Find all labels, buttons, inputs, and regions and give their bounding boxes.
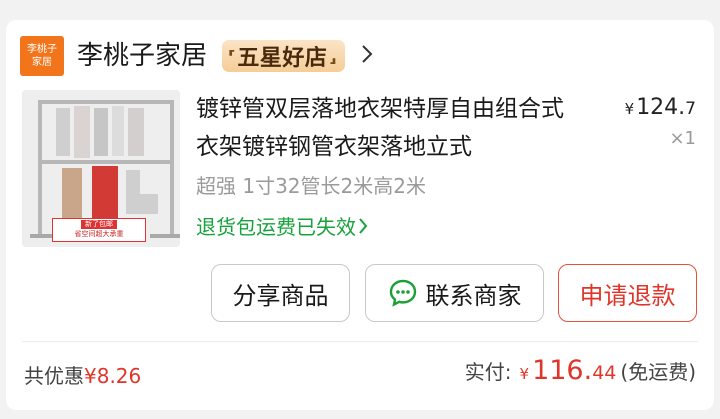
price-currency: ¥ — [624, 100, 635, 118]
shop-logo-line2: 家居 — [32, 57, 52, 68]
price-integer: 124. — [636, 95, 686, 120]
product-spec: 超强 1寸32管长2米高2米 — [196, 174, 426, 198]
thumbnail-tag-top: 新了包邮 — [81, 220, 117, 229]
chevron-right-icon — [359, 217, 368, 234]
laurel-left-icon: ⸢ — [228, 46, 236, 66]
discount-amount: ¥8.26 — [84, 364, 142, 388]
thumbnail-tag-bottom: 省空间超大承重 — [74, 230, 124, 238]
contact-button-label: 联系商家 — [425, 281, 522, 310]
chevron-right-icon[interactable] — [361, 44, 373, 64]
product-title[interactable]: 镀锌管双层落地衣架特厚自由组合式衣架镀锌钢管衣架落地立式 — [196, 90, 586, 166]
divider — [22, 341, 698, 342]
shop-name[interactable]: 李桃子家居 — [77, 36, 207, 76]
chat-bubble-icon — [389, 279, 416, 307]
contact-seller-button[interactable]: 联系商家 — [365, 264, 544, 322]
amount-paid: 实付: ¥116. 44 (免运费) — [465, 355, 696, 386]
refund-shipping-note[interactable]: 退货包运费已失效 — [196, 211, 368, 240]
discount-label: 共优惠 — [24, 364, 84, 388]
refund-shipping-label: 退货包运费已失效 — [196, 215, 356, 239]
product-thumbnail[interactable]: 新了包邮 省空间超大承重 — [22, 90, 180, 247]
share-button-label: 分享商品 — [232, 281, 329, 310]
shop-badge-label: 五星好店 — [237, 46, 328, 71]
paid-integer: 116. — [532, 355, 593, 386]
paid-decimal: 44 — [592, 362, 617, 384]
price-decimal: 7 — [685, 99, 696, 119]
shop-rating-badge[interactable]: ⸢ 五星好店 ⸥ — [222, 40, 345, 72]
total-discount: 共优惠¥8.26 — [24, 360, 141, 389]
product-quantity: ×1 — [669, 128, 696, 149]
shipping-note: (免运费) — [620, 360, 696, 384]
share-product-button[interactable]: 分享商品 — [211, 264, 350, 322]
product-price: ¥124.7 — [625, 95, 696, 120]
refund-button-label: 申请退款 — [579, 281, 676, 310]
request-refund-button[interactable]: 申请退款 — [558, 264, 697, 322]
paid-currency: ¥ — [519, 365, 530, 383]
paid-label: 实付: — [464, 360, 512, 384]
thumbnail-promo-tag: 新了包邮 省空间超大承重 — [52, 218, 146, 242]
shop-logo-line1: 李桃子 — [27, 44, 57, 55]
shop-logo[interactable]: 李桃子 家居 — [20, 36, 64, 76]
laurel-right-icon: ⸥ — [329, 46, 337, 66]
